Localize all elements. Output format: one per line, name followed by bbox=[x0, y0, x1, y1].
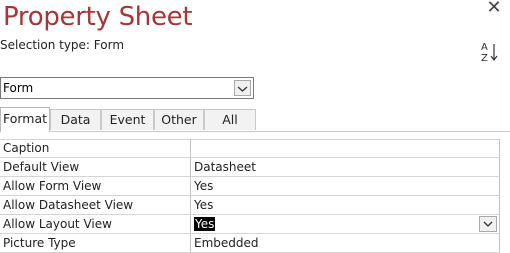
property-value[interactable] bbox=[191, 139, 500, 158]
property-value[interactable]: Datasheet bbox=[191, 158, 500, 177]
selected-value-text[interactable]: Yes bbox=[194, 217, 216, 231]
property-row[interactable]: Allow Datasheet View Yes bbox=[0, 196, 500, 215]
svg-text:Z: Z bbox=[481, 53, 488, 64]
tab-all[interactable]: All bbox=[204, 109, 256, 130]
tab-format[interactable]: Format bbox=[0, 107, 50, 132]
property-value-editor[interactable]: Yes bbox=[191, 215, 500, 234]
property-name: Default View bbox=[0, 158, 191, 177]
property-name: Caption bbox=[0, 139, 191, 158]
tab-other[interactable]: Other bbox=[154, 109, 204, 130]
property-row[interactable]: Default View Datasheet bbox=[0, 158, 500, 177]
property-name: Allow Datasheet View bbox=[0, 196, 191, 215]
tab-data[interactable]: Data bbox=[50, 109, 101, 130]
object-selector[interactable]: Form bbox=[0, 77, 254, 99]
close-icon[interactable]: ✕ bbox=[484, 0, 504, 18]
selection-type-label: Selection type: Form bbox=[0, 38, 125, 52]
property-row[interactable]: Allow Form View Yes bbox=[0, 177, 500, 196]
sort-az-icon[interactable]: A Z bbox=[480, 40, 500, 64]
chevron-down-icon[interactable] bbox=[479, 216, 497, 232]
property-value[interactable]: Yes bbox=[191, 196, 500, 215]
property-row-selected[interactable]: Allow Layout View Yes bbox=[0, 215, 500, 234]
chevron-down-icon[interactable] bbox=[234, 80, 251, 96]
property-row[interactable]: Caption bbox=[0, 139, 500, 158]
property-row[interactable]: Picture Type Embedded bbox=[0, 234, 500, 253]
property-value[interactable]: Yes bbox=[191, 177, 500, 196]
svg-text:A: A bbox=[481, 42, 488, 53]
panel-title: Property Sheet bbox=[3, 2, 193, 32]
tab-strip: Format Data Event Other All bbox=[0, 107, 256, 132]
property-value[interactable]: Embedded bbox=[191, 234, 500, 253]
property-name: Allow Layout View bbox=[0, 215, 191, 234]
property-name: Picture Type bbox=[0, 234, 191, 253]
object-selector-value: Form bbox=[3, 81, 34, 95]
tab-event[interactable]: Event bbox=[101, 109, 154, 130]
property-name: Allow Form View bbox=[0, 177, 191, 196]
